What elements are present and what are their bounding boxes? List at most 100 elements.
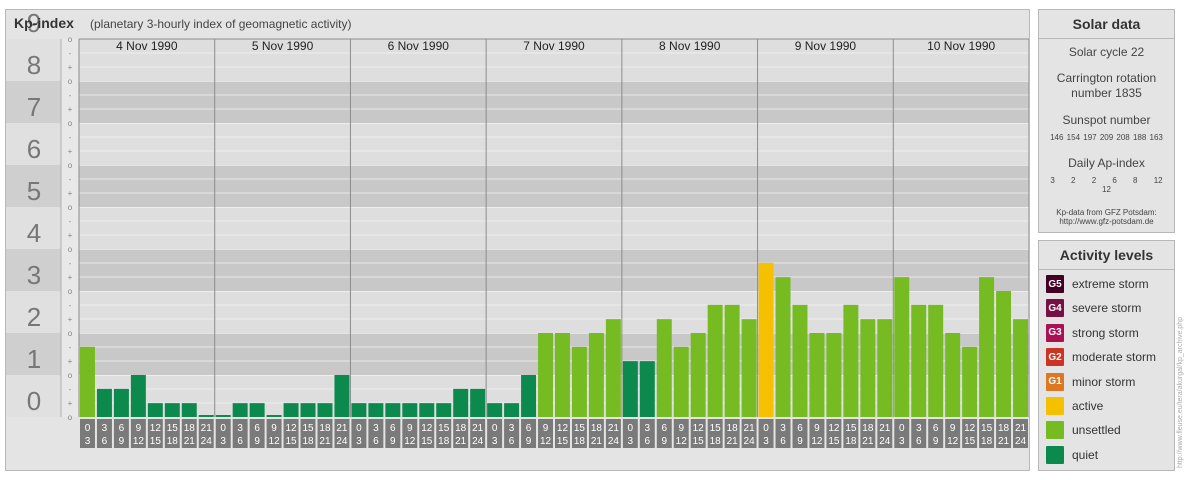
solar-data-title: Solar data <box>1039 10 1174 39</box>
svg-text:12: 12 <box>540 436 552 447</box>
kp-bar <box>334 375 350 417</box>
kp-bar <box>877 319 893 417</box>
legend-item: unsettled <box>1046 420 1121 440</box>
svg-text:0: 0 <box>220 423 226 434</box>
svg-text:15: 15 <box>828 436 840 447</box>
svg-text:3: 3 <box>763 436 769 447</box>
svg-text:3: 3 <box>356 436 362 447</box>
y-minor-mark: + <box>68 273 73 282</box>
ap-index-title: Daily Ap-index <box>1068 156 1145 170</box>
y-minor-mark: - <box>69 49 72 58</box>
svg-text:24: 24 <box>744 436 756 447</box>
svg-text:15: 15 <box>981 423 993 434</box>
svg-text:12: 12 <box>676 436 688 447</box>
svg-text:18: 18 <box>167 436 179 447</box>
kp-bar <box>588 333 604 417</box>
kp-bar <box>113 388 129 417</box>
interval-label: 69 <box>792 419 808 448</box>
day-label: 8 Nov 1990 <box>659 39 721 53</box>
interval-label: 69 <box>385 419 401 448</box>
interval-label: 36 <box>96 419 112 448</box>
svg-text:18: 18 <box>591 423 603 434</box>
legend-label: strong storm <box>1072 325 1139 340</box>
svg-text:21: 21 <box>608 423 620 434</box>
interval-label: 36 <box>232 419 248 448</box>
y-minor-mark: - <box>69 91 72 100</box>
legend-swatch <box>1046 421 1064 440</box>
svg-text:21: 21 <box>455 436 467 447</box>
kp-bar <box>690 333 706 417</box>
kp-bar <box>300 403 316 417</box>
svg-text:9: 9 <box>661 436 667 447</box>
legend-swatch: G5 <box>1046 275 1064 293</box>
svg-text:6: 6 <box>780 436 786 447</box>
svg-text:12: 12 <box>693 423 705 434</box>
svg-text:3: 3 <box>237 423 243 434</box>
svg-text:9: 9 <box>678 423 684 434</box>
y-minor-mark: + <box>68 357 73 366</box>
interval-label: 2124 <box>877 419 893 448</box>
y-minor-mark: - <box>69 133 72 142</box>
kp-bar <box>368 403 384 417</box>
svg-text:9: 9 <box>271 423 277 434</box>
svg-text:9: 9 <box>407 423 413 434</box>
svg-text:3: 3 <box>780 423 786 434</box>
interval-label: 03 <box>80 419 95 448</box>
carrington-rotation: Carrington rotation number 1835 <box>1056 71 1157 100</box>
svg-text:9: 9 <box>119 436 125 447</box>
kp-bar <box>266 415 282 417</box>
kp-bar <box>571 346 587 417</box>
svg-text:12: 12 <box>150 423 162 434</box>
kp-bar <box>928 304 944 417</box>
interval-label: 2124 <box>1013 419 1028 448</box>
svg-text:12: 12 <box>421 423 433 434</box>
svg-text:9: 9 <box>814 423 820 434</box>
legend-item: G3 strong storm <box>1046 323 1139 343</box>
svg-text:18: 18 <box>998 423 1010 434</box>
legend-swatch: G4 <box>1046 299 1064 318</box>
kp-bar <box>809 333 825 417</box>
interval-label: 03 <box>351 419 367 448</box>
activity-levels-panel: Activity levels G5 extreme storm G4 severe … <box>1038 240 1175 471</box>
interval-label: 1821 <box>860 419 876 448</box>
y-minor-mark: o <box>68 119 73 128</box>
interval-label: 1215 <box>826 419 842 448</box>
svg-text:3: 3 <box>373 423 379 434</box>
svg-text:24: 24 <box>1015 436 1027 447</box>
interval-label: 1215 <box>419 419 435 448</box>
kp-bar <box>385 403 401 417</box>
y-minor-mark: + <box>68 105 73 114</box>
kp-bar <box>147 403 163 417</box>
interval-label: 03 <box>487 419 503 448</box>
y-label-8: 8 <box>27 50 41 80</box>
kp-bar <box>470 388 486 417</box>
interval-label: 2124 <box>334 419 350 448</box>
svg-text:6: 6 <box>390 423 396 434</box>
credit-vertical: http://www.fleuse.eu/tera/akurgal/kp_arc… <box>1177 317 1184 468</box>
svg-text:12: 12 <box>828 423 840 434</box>
y-minor-mark: - <box>69 301 72 310</box>
svg-text:12: 12 <box>557 423 569 434</box>
svg-text:21: 21 <box>184 436 196 447</box>
y-label-5: 5 <box>27 176 41 206</box>
interval-label: 69 <box>656 419 672 448</box>
y-minor-mark: + <box>68 399 73 408</box>
interval-label: 912 <box>809 419 825 448</box>
sunspot-values: 146 154 197 209 208 188 163 <box>1050 133 1163 142</box>
y-minor-mark: - <box>69 175 72 184</box>
interval-label: 1518 <box>300 419 316 448</box>
svg-text:3: 3 <box>509 423 515 434</box>
day-label: 7 Nov 1990 <box>523 39 585 53</box>
ap-index-values: 3 2 2 6 8 12 12 <box>1050 176 1163 194</box>
svg-text:18: 18 <box>302 436 314 447</box>
interval-label: 36 <box>368 419 384 448</box>
kp-bar <box>758 262 774 417</box>
kp-chart-panel: 0 1 2 3 4 5 6 7 8 9 o + - o + - o + - o + - o + - o + - o + - o + - o + - o 4 … <box>5 9 1030 471</box>
svg-text:3: 3 <box>492 436 498 447</box>
kp-bar <box>894 277 910 417</box>
kp-bar <box>436 403 452 417</box>
kp-bar <box>724 304 740 417</box>
svg-text:0: 0 <box>628 423 634 434</box>
interval-label: 1215 <box>147 419 163 448</box>
y-label-1: 1 <box>27 344 41 374</box>
